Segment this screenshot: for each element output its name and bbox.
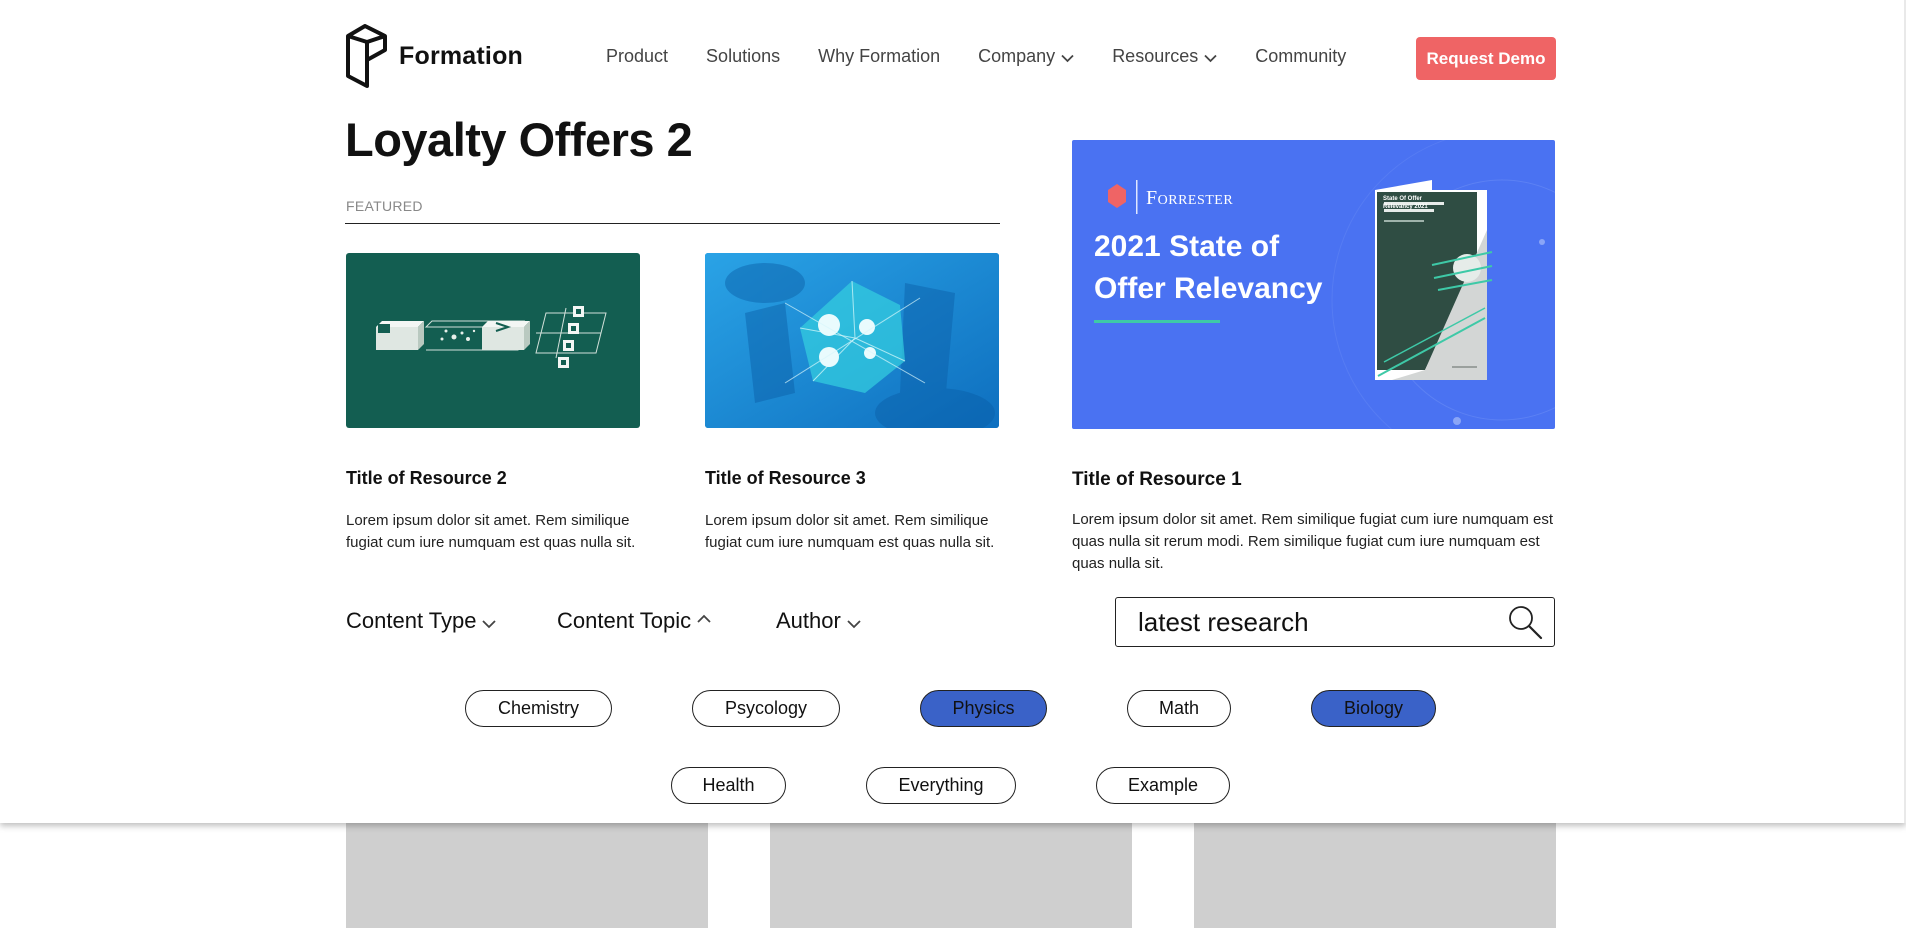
resource-3-title[interactable]: Title of Resource 3 [705, 468, 866, 489]
resource-2-thumbnail[interactable] [346, 253, 640, 428]
logo[interactable]: Formation [345, 24, 523, 88]
chevron-down-icon [847, 620, 861, 629]
formation-logo-icon [346, 24, 387, 88]
report-cover-title: State Of Offer Relevancy 2021 [1383, 196, 1428, 210]
nav-resources[interactable]: Resources [1112, 46, 1217, 67]
nav-resources-label: Resources [1112, 46, 1199, 66]
topic-chip-chemistry[interactable]: Chemistry [465, 690, 612, 727]
page: Formation Product Solutions Why Formatio… [0, 0, 1906, 928]
nav-solutions-label: Solutions [706, 46, 781, 66]
nav-company[interactable]: Company [978, 46, 1074, 67]
content-topic-label: Content Topic [557, 608, 692, 633]
nav-product-label: Product [606, 46, 669, 66]
search-box [1115, 597, 1555, 647]
content-type-filter[interactable]: Content Type [346, 608, 497, 634]
resource-2-title[interactable]: Title of Resource 2 [346, 468, 507, 489]
nav-why-formation[interactable]: Why Formation [818, 46, 940, 67]
topic-chip-psycology[interactable]: Psycology [692, 690, 840, 727]
page-title: Loyalty Offers 2 [345, 113, 693, 166]
topic-chip-example[interactable]: Example [1096, 767, 1230, 804]
resource-2-description: Lorem ipsum dolor sit amet. Rem similiqu… [346, 512, 636, 551]
resource-card-placeholder[interactable] [346, 823, 708, 928]
chevron-down-icon [1061, 54, 1074, 63]
topic-chip-health[interactable]: Health [671, 767, 786, 804]
nav-company-label: Company [978, 46, 1056, 66]
content-type-label: Content Type [346, 608, 477, 633]
nav-community[interactable]: Community [1255, 46, 1346, 67]
resource-3-thumbnail[interactable] [705, 253, 999, 428]
author-filter[interactable]: Author [776, 608, 861, 634]
topic-chip-physics[interactable]: Physics [920, 690, 1047, 727]
request-demo-button[interactable]: Request Demo [1416, 37, 1556, 80]
content-topic-filter[interactable]: Content Topic [557, 608, 711, 634]
topic-chip-everything[interactable]: Everything [866, 767, 1016, 804]
nav-product[interactable]: Product [606, 46, 668, 67]
forrester-brand: Forrester [1146, 187, 1234, 209]
chevron-up-icon [697, 614, 711, 623]
featured-label: FEATURED [346, 198, 423, 214]
chevron-down-icon [482, 620, 497, 629]
pipeline-illustration [376, 306, 607, 368]
resource-card-placeholder[interactable] [1194, 823, 1556, 928]
chevron-down-icon [1204, 54, 1217, 63]
resource-1-thumbnail[interactable]: Forrester 2021 State of Offer Relevancy … [1072, 140, 1555, 429]
resource-1-description: Lorem ipsum dolor sit amet. Rem similiqu… [1072, 511, 1554, 572]
nav-why-formation-label: Why Formation [818, 46, 941, 66]
resource-card-placeholder[interactable] [770, 823, 1132, 928]
topic-chip-biology[interactable]: Biology [1311, 690, 1436, 727]
featured-divider [345, 223, 1000, 224]
search-input[interactable] [1138, 606, 1498, 638]
nav-community-label: Community [1255, 46, 1347, 66]
author-label: Author [776, 608, 841, 633]
topic-chip-math[interactable]: Math [1127, 690, 1231, 727]
nav-solutions[interactable]: Solutions [706, 46, 780, 67]
resource-1-title[interactable]: Title of Resource 1 [1072, 469, 1242, 491]
filter-overlay-panel: Formation Product Solutions Why Formatio… [0, 0, 1906, 823]
report-headline-line1: 2021 State of [1094, 230, 1280, 263]
shopping-analytics-illustration [705, 253, 999, 428]
logo-text: Formation [399, 41, 524, 70]
report-headline-line2: Offer Relevancy [1094, 272, 1323, 305]
main-nav: Product Solutions Why Formation Company … [606, 46, 1384, 67]
resource-3-description: Lorem ipsum dolor sit amet. Rem similiqu… [705, 512, 995, 551]
search-icon[interactable] [1506, 604, 1544, 642]
